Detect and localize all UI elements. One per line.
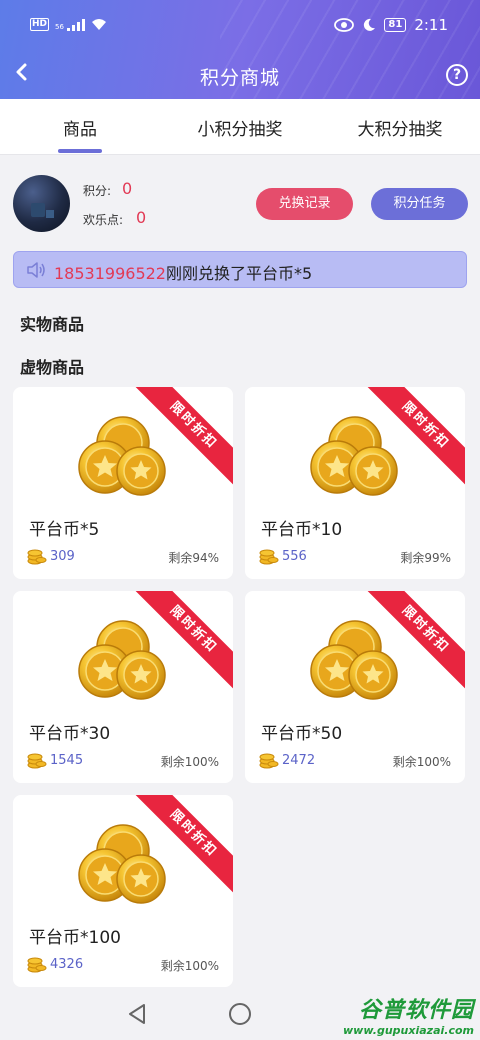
product-price: 4326 xyxy=(50,957,84,972)
status-bar: HD 56 81 2:11 xyxy=(0,0,480,52)
system-back-icon[interactable] xyxy=(127,1003,147,1025)
nav-bar: 积分商城 ? xyxy=(0,52,480,99)
help-icon[interactable]: ? xyxy=(446,64,468,86)
discount-ribbon: 限时折扣 xyxy=(123,795,233,905)
tab-active-indicator xyxy=(58,149,102,153)
watermark-url: www.gupuxiazai.com xyxy=(343,1024,474,1037)
discount-ribbon: 限时折扣 xyxy=(355,591,465,701)
product-price: 2472 xyxy=(282,753,316,768)
product-stock: 剩余94% xyxy=(168,551,219,565)
tab-small-lottery[interactable]: 小积分抽奖 xyxy=(160,115,320,140)
avatar[interactable] xyxy=(13,175,70,232)
page-title: 积分商城 xyxy=(199,67,280,89)
coin-stack-icon xyxy=(259,547,279,565)
discount-badge: 限时折扣 xyxy=(366,591,465,689)
points-tasks-button[interactable]: 积分任务 xyxy=(371,188,468,220)
product-name: 平台币*100 xyxy=(29,928,121,948)
product-card[interactable]: 限时折扣 平台币*30 1545 剩余100% xyxy=(13,591,233,783)
wifi-icon xyxy=(91,19,106,30)
status-left: HD 56 xyxy=(30,18,107,31)
product-stock: 剩余100% xyxy=(160,755,219,769)
coin-stack-icon xyxy=(259,751,279,769)
coin-stack-icon xyxy=(27,751,47,769)
watermark-main: 谷普软件园 xyxy=(358,998,474,1023)
product-price: 1545 xyxy=(50,753,84,768)
app-header: HD 56 81 2:11 积分商城 ? xyxy=(0,0,480,99)
product-stock: 剩余99% xyxy=(400,551,451,565)
speaker-icon xyxy=(27,262,45,278)
product-stock: 剩余100% xyxy=(160,959,219,973)
battery-indicator: 81 xyxy=(384,18,407,32)
section-physical-title: 实物商品 xyxy=(20,315,85,334)
product-price: 556 xyxy=(282,549,307,564)
coin-stack-icon xyxy=(27,547,47,565)
coin-stack-icon xyxy=(27,955,47,973)
watermark-logo: 谷普软件园 www.gupuxiazai.com xyxy=(334,992,474,1037)
section-virtual-title: 虚物商品 xyxy=(20,358,85,377)
tab-bar: 商品 小积分抽奖 大积分抽奖 xyxy=(0,99,480,155)
clock: 2:11 xyxy=(414,16,448,34)
points-label: 积分: xyxy=(83,184,112,198)
exchange-history-button[interactable]: 兑换记录 xyxy=(256,188,353,220)
product-card[interactable]: 限时折扣 平台币*50 2472 剩余100% xyxy=(245,591,465,783)
status-right: 81 2:11 xyxy=(334,16,448,34)
discount-ribbon: 限时折扣 xyxy=(355,387,465,497)
signal-icon: 56 xyxy=(55,18,85,31)
discount-badge: 限时折扣 xyxy=(134,591,233,689)
product-name: 平台币*5 xyxy=(29,520,100,540)
product-name: 平台币*50 xyxy=(261,724,343,744)
product-name: 平台币*10 xyxy=(261,520,343,540)
product-card[interactable]: 限时折扣 平台币*5 309 剩余94% xyxy=(13,387,233,579)
announcement-text: 18531996522刚刚兑换了平台币*5 xyxy=(54,260,312,284)
announcement-phone: 18531996522 xyxy=(54,264,166,283)
product-card[interactable]: 限时折扣 平台币*100 4326 剩余100% xyxy=(13,795,233,987)
announcement-bar: 18531996522刚刚兑换了平台币*5 xyxy=(13,251,467,288)
tab-products[interactable]: 商品 xyxy=(0,115,160,140)
system-home-icon[interactable] xyxy=(229,1003,251,1025)
discount-ribbon: 限时折扣 xyxy=(123,591,233,701)
hd-indicator: HD xyxy=(30,18,50,31)
discount-badge: 限时折扣 xyxy=(134,387,233,485)
moon-icon xyxy=(364,18,376,31)
announcement-message: 刚刚兑换了平台币*5 xyxy=(165,264,313,283)
fun-points-value: 0 xyxy=(136,208,147,227)
fun-points-label: 欢乐点: xyxy=(83,213,124,227)
points-value: 0 xyxy=(122,179,133,198)
product-card[interactable]: 限时折扣 平台币*10 556 剩余99% xyxy=(245,387,465,579)
eye-icon xyxy=(334,18,355,32)
product-price: 309 xyxy=(50,549,75,564)
discount-ribbon: 限时折扣 xyxy=(123,387,233,497)
tab-big-lottery[interactable]: 大积分抽奖 xyxy=(320,115,480,140)
discount-badge: 限时折扣 xyxy=(134,795,233,893)
product-stock: 剩余100% xyxy=(392,755,451,769)
signal-label: 56 xyxy=(55,22,64,31)
discount-badge: 限时折扣 xyxy=(366,387,465,485)
product-name: 平台币*30 xyxy=(29,724,111,744)
